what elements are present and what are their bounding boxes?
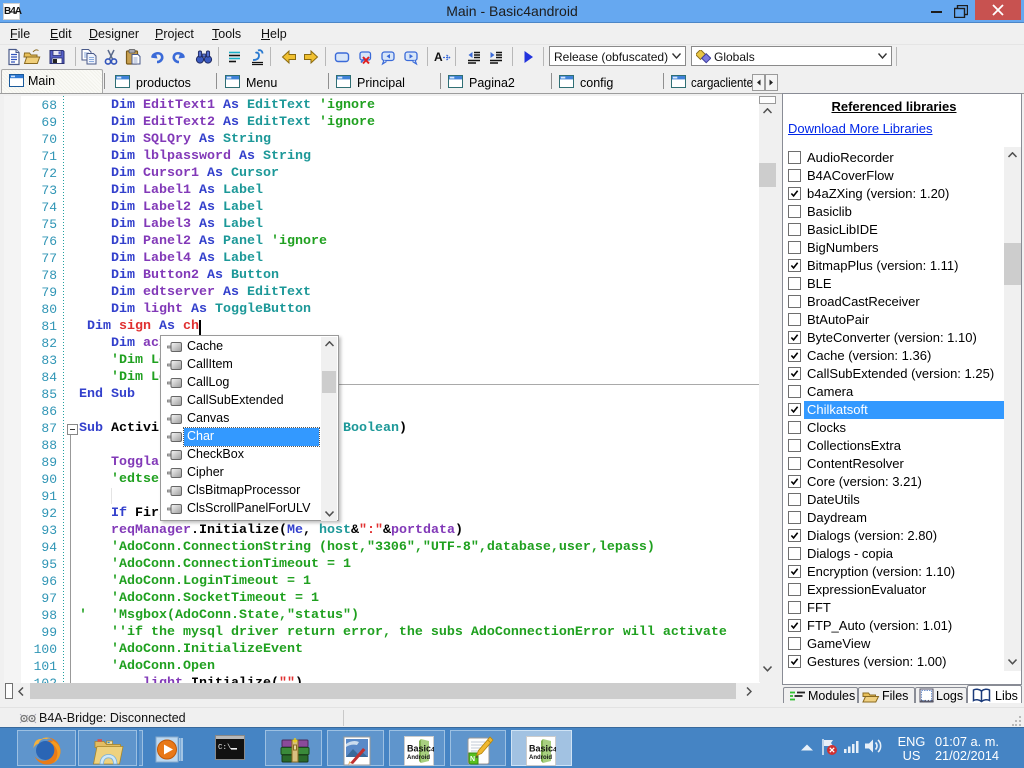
svg-text:C:\: C:\ bbox=[218, 744, 232, 752]
svg-text:Android: Android bbox=[407, 755, 430, 761]
svg-text:Basic4: Basic4 bbox=[407, 744, 434, 754]
svg-text:N: N bbox=[470, 756, 475, 763]
svg-text:Basic4: Basic4 bbox=[529, 744, 556, 754]
svg-text:Android: Android bbox=[529, 755, 552, 761]
svg-text:A: A bbox=[434, 50, 443, 64]
